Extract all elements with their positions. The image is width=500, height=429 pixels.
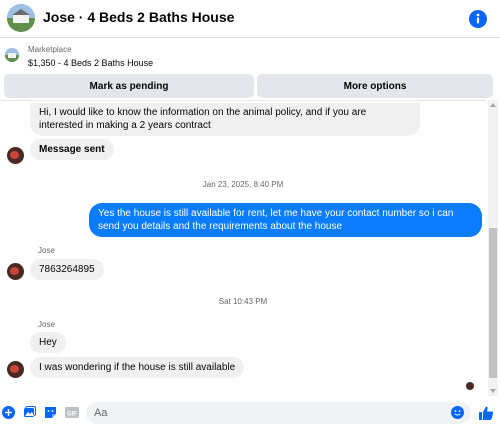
timestamp: Sat 10:43 PM (218, 297, 268, 306)
plus-icon[interactable] (2, 406, 15, 419)
conversation-header: Jose · 4 Beds 2 Baths House (0, 0, 500, 38)
contact-avatar[interactable] (7, 147, 24, 164)
conversation-title[interactable]: Jose · 4 Beds 2 Baths House (43, 9, 234, 25)
marketplace-listing[interactable]: Marketplace $1,350 - 4 Beds 2 Baths Hous… (0, 38, 500, 72)
message-bubble[interactable]: Hi, I would like to know the information… (30, 103, 420, 136)
scroll-down-arrow[interactable] (490, 389, 496, 393)
listing-price-title: $1,350 - 4 Beds 2 Baths House (28, 58, 154, 68)
message-bubble[interactable]: I was wondering if the house is still av… (30, 357, 245, 378)
gif-icon[interactable]: GIF (65, 406, 79, 419)
sticker-icon[interactable] (44, 406, 57, 419)
listing-thumbnail (5, 48, 19, 62)
sender-name: Jose (38, 246, 55, 255)
listing-photo-avatar[interactable] (7, 4, 35, 32)
message-composer: GIF (0, 398, 500, 429)
emoji-icon[interactable] (451, 406, 464, 419)
contact-avatar[interactable] (7, 263, 24, 280)
thumbs-up-icon[interactable] (478, 405, 494, 421)
svg-text:GIF: GIF (67, 412, 77, 418)
message-bubble[interactable]: 7863264895 (30, 259, 104, 280)
marketplace-label: Marketplace (28, 45, 72, 54)
message-bubble-outgoing[interactable]: Yes the house is still available for ren… (89, 203, 482, 237)
image-icon[interactable] (23, 406, 36, 419)
contact-avatar[interactable] (7, 361, 24, 378)
mark-as-pending-button[interactable]: Mark as pending (4, 74, 254, 98)
message-bubble[interactable]: Hey (30, 332, 66, 353)
message-input-box[interactable] (86, 402, 471, 424)
scrollbar-thumb[interactable] (489, 228, 497, 378)
scroll-up-arrow[interactable] (490, 103, 496, 107)
seen-indicator-avatar (466, 382, 474, 390)
message-thread[interactable]: Hi, I would like to know the information… (0, 100, 486, 396)
info-icon[interactable] (469, 10, 487, 28)
thread-scrollbar[interactable] (488, 100, 498, 396)
timestamp: Jan 23, 2025, 8:40 PM (202, 180, 284, 189)
message-bubble[interactable]: Message sent (30, 139, 114, 160)
more-options-button[interactable]: More options (257, 74, 493, 98)
message-input[interactable] (94, 406, 434, 420)
sender-name: Jose (38, 320, 55, 329)
listing-actions: Mark as pending More options (0, 74, 500, 98)
